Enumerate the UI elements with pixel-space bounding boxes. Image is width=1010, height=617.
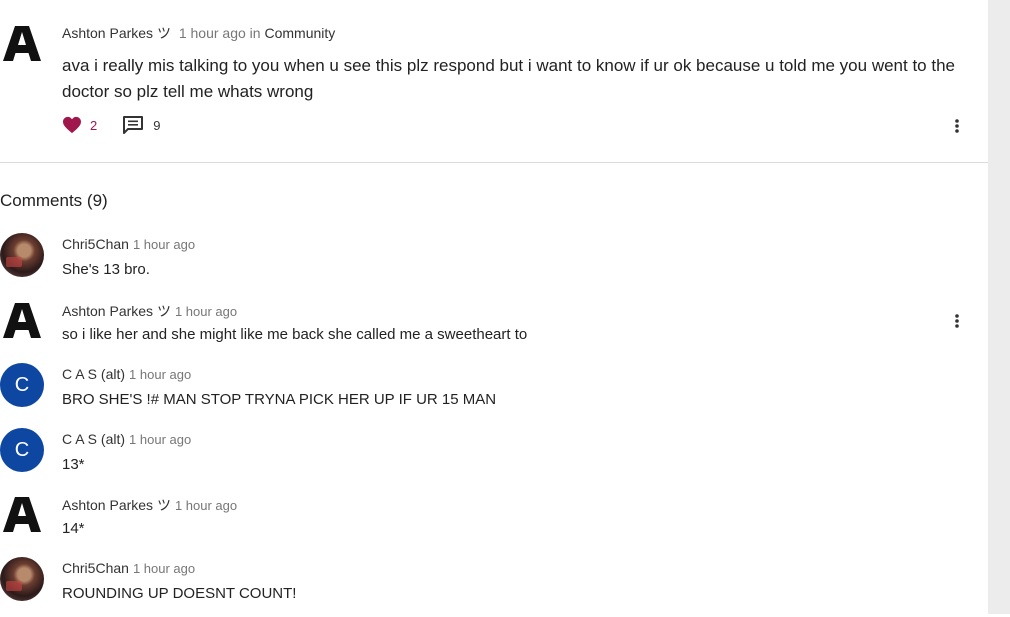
- comment-more-button[interactable]: [947, 311, 967, 331]
- main-content: Ashton Parkes ツ 1 hour ago in Community …: [0, 0, 988, 614]
- letter-a-icon: [3, 303, 41, 338]
- comment-text: 14*: [62, 520, 85, 537]
- comment-author[interactable]: C A S (alt): [62, 431, 125, 447]
- post-in-label: in: [249, 25, 261, 41]
- comment-button[interactable]: 9: [123, 116, 160, 134]
- comment-count: 9: [153, 117, 161, 133]
- comment-icon: [123, 116, 144, 134]
- comment-time: 1 hour ago: [129, 432, 192, 447]
- comment: C C A S (alt) 1 hour ago 13*: [0, 428, 988, 488]
- more-vertical-icon: [955, 119, 959, 133]
- more-vertical-icon: [955, 314, 959, 328]
- comment-author[interactable]: C A S (alt): [62, 366, 125, 382]
- comment-text: ROUNDING UP DOESNT COUNT!: [62, 585, 297, 602]
- letter-a-icon: [3, 26, 41, 61]
- comment-author[interactable]: Chri5Chan: [62, 560, 129, 576]
- post-meta: Ashton Parkes ツ 1 hour ago in Community: [62, 23, 335, 43]
- scrollbar[interactable]: [988, 0, 1010, 614]
- avatar[interactable]: [2, 494, 42, 534]
- avatar[interactable]: [2, 300, 42, 340]
- comment-text: BRO SHE'S !# MAN STOP TRYNA PICK HER UP …: [62, 391, 497, 408]
- avatar[interactable]: [0, 233, 44, 277]
- comment-author[interactable]: Chri5Chan: [62, 236, 129, 252]
- comment-author[interactable]: Ashton Parkes ツ: [62, 497, 171, 513]
- comment-time: 1 hour ago: [174, 498, 238, 513]
- comment-meta: Chri5Chan 1 hour ago: [62, 236, 195, 252]
- avatar-initial: C: [14, 373, 30, 396]
- comment-author[interactable]: Ashton Parkes ツ: [62, 303, 171, 319]
- post-author[interactable]: Ashton Parkes ツ: [62, 25, 171, 41]
- comment-meta: Chri5Chan 1 hour ago: [62, 560, 195, 576]
- comment-time: 1 hour ago: [174, 304, 238, 319]
- like-count: 2: [90, 117, 98, 133]
- comment: Ashton Parkes ツ1 hour ago so i like her a…: [0, 298, 988, 358]
- avatar[interactable]: [2, 23, 42, 63]
- comment-text: so i like her and she might like me back…: [62, 326, 528, 343]
- comment-time: 1 hour ago: [132, 561, 196, 576]
- comment-meta: Ashton Parkes ツ1 hour ago: [62, 495, 237, 515]
- post-more-button[interactable]: [947, 116, 967, 136]
- like-button[interactable]: 2: [62, 116, 97, 134]
- avatar[interactable]: [0, 557, 44, 601]
- post-time: 1 hour ago: [178, 25, 246, 41]
- comment-meta: Ashton Parkes ツ1 hour ago: [62, 301, 237, 321]
- avatar-initial: C: [14, 438, 30, 461]
- post-body: ava i really mis talking to you when u s…: [62, 56, 955, 101]
- comment-text: She's 13 bro.: [62, 261, 150, 278]
- avatar[interactable]: C: [0, 363, 44, 407]
- comments-header: Comments (9): [0, 191, 108, 210]
- comment: Ashton Parkes ツ1 hour ago 14*: [0, 492, 988, 552]
- letter-a-icon: [3, 497, 41, 532]
- comment: Chri5Chan 1 hour ago ROUNDING UP DOESNT CO…: [0, 557, 988, 617]
- comment-time: 1 hour ago: [129, 367, 192, 382]
- avatar[interactable]: C: [0, 428, 44, 472]
- post-actions: 2 9: [62, 116, 160, 134]
- comment-meta: C A S (alt) 1 hour ago: [62, 431, 191, 447]
- post-community-link[interactable]: Community: [264, 25, 335, 41]
- post: Ashton Parkes ツ 1 hour ago in Community …: [0, 0, 988, 163]
- heart-icon: [63, 116, 81, 134]
- comment: C C A S (alt) 1 hour ago BRO SHE'S !# MAN S…: [0, 363, 988, 423]
- comment-meta: C A S (alt) 1 hour ago: [62, 366, 191, 382]
- comment-text: 13*: [62, 456, 85, 473]
- comment-time: 1 hour ago: [132, 237, 196, 252]
- comment: Chri5Chan 1 hour ago She's 13 bro.: [0, 233, 988, 293]
